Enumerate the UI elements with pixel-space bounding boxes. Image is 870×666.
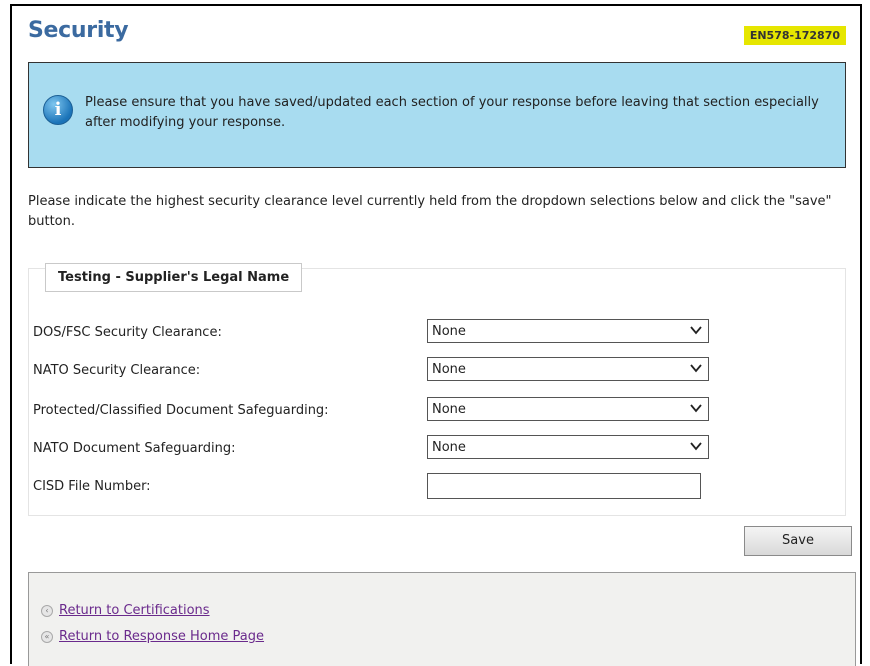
field-label: NATO Document Safeguarding: — [33, 441, 236, 456]
form-row-nato-doc: NATO Document Safeguarding: None — [29, 435, 847, 461]
navigation-links: ‹ Return to Certifications « Return to R… — [28, 572, 856, 666]
field-label: CISD File Number: — [33, 479, 151, 494]
page-frame: Security EN578-172870 i Please ensure th… — [10, 4, 862, 666]
chevron-down-icon — [690, 442, 702, 451]
field-label: NATO Security Clearance: — [33, 363, 201, 378]
return-to-certifications-link[interactable]: Return to Certifications — [59, 603, 210, 618]
info-message: Please ensure that you have saved/update… — [85, 95, 819, 130]
cisd-file-number-input[interactable] — [427, 473, 701, 499]
nato-clearance-select[interactable]: None — [427, 357, 709, 381]
protected-document-select[interactable]: None — [427, 397, 709, 421]
select-value: None — [432, 324, 466, 339]
info-icon: i — [43, 95, 73, 125]
dos-fsc-clearance-select[interactable]: None — [427, 319, 709, 343]
chevron-down-icon — [690, 404, 702, 413]
reference-badge: EN578-172870 — [743, 26, 846, 45]
save-button[interactable]: Save — [744, 526, 852, 556]
field-label: Protected/Classified Document Safeguardi… — [33, 403, 329, 418]
info-banner: i Please ensure that you have saved/upda… — [28, 62, 846, 168]
chevron-down-icon — [690, 326, 702, 335]
section-title: Testing - Supplier's Legal Name — [45, 263, 303, 292]
single-back-icon: ‹ — [41, 605, 53, 617]
field-label: DOS/FSC Security Clearance: — [33, 325, 222, 340]
form-row-cisd: CISD File Number: — [29, 473, 847, 499]
instructions-text: Please indicate the highest security cle… — [28, 194, 832, 229]
chevron-down-icon — [690, 364, 702, 373]
form-row-dos-fsc: DOS/FSC Security Clearance: None — [29, 319, 847, 345]
form-row-nato-clearance: NATO Security Clearance: None — [29, 357, 847, 383]
select-value: None — [432, 362, 466, 377]
return-to-response-home-link[interactable]: Return to Response Home Page — [59, 629, 264, 644]
select-value: None — [432, 440, 466, 455]
double-back-icon: « — [41, 631, 53, 643]
nato-document-select[interactable]: None — [427, 435, 709, 459]
page-title: Security — [28, 18, 129, 43]
clearance-section: Testing - Supplier's Legal Name DOS/FSC … — [28, 263, 847, 516]
form-row-protected-doc: Protected/Classified Document Safeguardi… — [29, 397, 847, 423]
select-value: None — [432, 402, 466, 417]
